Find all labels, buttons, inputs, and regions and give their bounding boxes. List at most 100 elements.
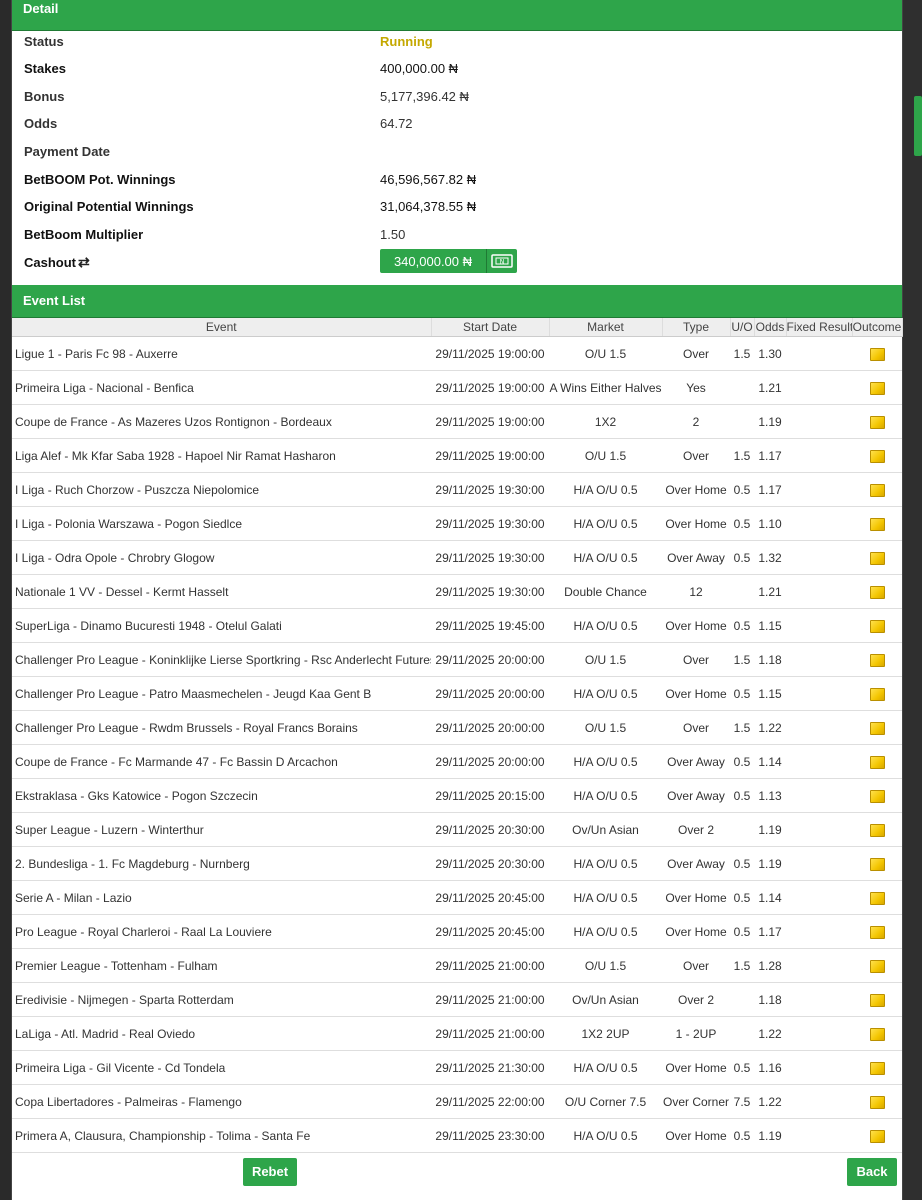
outcome [852, 370, 902, 405]
market: H/A O/U 0.5 [549, 608, 662, 643]
outcome [852, 948, 902, 983]
start-date: 29/11/2025 19:30:00 [431, 540, 549, 575]
outcome [852, 438, 902, 473]
market: H/A O/U 0.5 [549, 846, 662, 881]
pending-flag-icon [869, 1061, 885, 1075]
market: H/A O/U 0.5 [549, 1050, 662, 1085]
market: H/A O/U 0.5 [549, 506, 662, 541]
table-row: Serie A - Milan - Lazio 29/11/2025 20:45:… [12, 880, 902, 915]
uo-value [730, 574, 754, 609]
uo-value: 7.5 [730, 1084, 754, 1119]
uo-value: 0.5 [730, 676, 754, 711]
outcome [852, 472, 902, 507]
table-row: Coupe de France - Fc Marmande 47 - Fc Ba… [12, 744, 902, 779]
fixed-result [786, 948, 852, 983]
rebet-button[interactable]: Rebet [243, 1158, 297, 1186]
odds-value: 1.18 [754, 982, 786, 1017]
odds-value: 1.19 [754, 404, 786, 439]
odds-value: 1.16 [754, 1050, 786, 1085]
cashout-button[interactable]: 340,000.00 ₦ N [380, 249, 517, 273]
odds-value: 1.28 [754, 948, 786, 983]
start-date: 29/11/2025 21:00:00 [431, 1016, 549, 1051]
market: H/A O/U 0.5 [549, 540, 662, 575]
odds-value: 64.72 [380, 116, 413, 131]
bet-type: Over Home [662, 1050, 730, 1085]
uo-value: 1.5 [730, 438, 754, 473]
bet-type: Over Home [662, 472, 730, 507]
event-name: Serie A - Milan - Lazio [12, 880, 431, 915]
table-row: Super League - Luzern - Winterthur 29/11/… [12, 812, 902, 847]
footer-actions: Rebet Back [12, 1158, 902, 1200]
table-row: I Liga - Odra Opole - Chrobry Glogow 29/1… [12, 540, 902, 575]
start-date: 29/11/2025 19:30:00 [431, 574, 549, 609]
pending-flag-icon [869, 687, 885, 701]
pending-flag-icon [869, 551, 885, 565]
fixed-result [786, 438, 852, 473]
market: H/A O/U 0.5 [549, 676, 662, 711]
cash-icon: N [487, 253, 517, 269]
svg-text:N: N [500, 259, 505, 266]
page-scrollbar[interactable] [902, 0, 922, 1200]
pending-flag-icon [869, 449, 885, 463]
start-date: 29/11/2025 20:15:00 [431, 778, 549, 813]
start-date: 29/11/2025 20:45:00 [431, 914, 549, 949]
odds-value: 1.22 [754, 1084, 786, 1119]
status-value: Running [380, 34, 433, 49]
table-row: Primeira Liga - Nacional - Benfica 29/11/… [12, 370, 902, 405]
start-date: 29/11/2025 19:00:00 [431, 336, 549, 371]
start-date: 29/11/2025 21:30:00 [431, 1050, 549, 1085]
table-row: I Liga - Polonia Warszawa - Pogon Siedlc… [12, 506, 902, 541]
bet-type: Over Home [662, 880, 730, 915]
odds-label: Odds [24, 116, 58, 131]
event-name: LaLiga - Atl. Madrid - Real Oviedo [12, 1016, 431, 1051]
event-name: Copa Libertadores - Palmeiras - Flamengo [12, 1084, 431, 1119]
back-button[interactable]: Back [847, 1158, 897, 1186]
uo-value: 0.5 [730, 540, 754, 575]
fixed-result [786, 1084, 852, 1119]
uo-value: 0.5 [730, 914, 754, 949]
pending-flag-icon [869, 347, 885, 361]
detail-section: Status Running Stakes 400,000.00 ₦ Bonus… [12, 31, 902, 285]
bonus-label: Bonus [24, 89, 65, 104]
event-name: Coupe de France - As Mazeres Uzos Rontig… [12, 404, 431, 439]
market: H/A O/U 0.5 [549, 880, 662, 915]
stakes-label: Stakes [24, 61, 66, 76]
bet-type: Over Away [662, 744, 730, 779]
fixed-result [786, 710, 852, 745]
pending-flag-icon [869, 653, 885, 667]
outcome [852, 982, 902, 1017]
outcome [852, 1084, 902, 1119]
start-date: 29/11/2025 21:00:00 [431, 948, 549, 983]
event-name: I Liga - Polonia Warszawa - Pogon Siedlc… [12, 506, 431, 541]
table-row: Copa Libertadores - Palmeiras - Flamengo… [12, 1084, 902, 1119]
betboom-multiplier-value: 1.50 [380, 227, 406, 242]
col-market: Market [549, 318, 663, 337]
outcome [852, 404, 902, 439]
table-row: Challenger Pro League - Rwdm Brussels - … [12, 710, 902, 745]
uo-value [730, 812, 754, 847]
outcome [852, 744, 902, 779]
start-date: 29/11/2025 19:30:00 [431, 506, 549, 541]
outcome [852, 812, 902, 847]
scrollbar-thumb[interactable] [914, 96, 922, 156]
col-start-date: Start Date [431, 318, 550, 337]
table-row: SuperLiga - Dinamo Bucuresti 1948 - Otel… [12, 608, 902, 643]
odds-value: 1.18 [754, 642, 786, 677]
start-date: 29/11/2025 19:00:00 [431, 438, 549, 473]
outcome [852, 710, 902, 745]
table-row: LaLiga - Atl. Madrid - Real Oviedo 29/11/… [12, 1016, 902, 1051]
market: O/U 1.5 [549, 336, 662, 371]
table-row: Challenger Pro League - Patro Maasmechel… [12, 676, 902, 711]
outcome [852, 506, 902, 541]
original-potential-winnings-value: 31,064,378.55 ₦ [380, 199, 477, 214]
event-table-body: Ligue 1 - Paris Fc 98 - Auxerre 29/11/202… [12, 336, 902, 1153]
pending-flag-icon [869, 483, 885, 497]
refresh-icon[interactable]: ⇄ [78, 254, 90, 271]
market: H/A O/U 0.5 [549, 472, 662, 507]
market: H/A O/U 0.5 [549, 1118, 662, 1153]
payment-date-label: Payment Date [24, 144, 110, 159]
event-name: Challenger Pro League - Koninklijke Lier… [12, 642, 431, 677]
pending-flag-icon [869, 823, 885, 837]
bet-type: Over Home [662, 608, 730, 643]
betboom-pot-winnings-label: BetBOOM Pot. Winnings [24, 172, 176, 187]
